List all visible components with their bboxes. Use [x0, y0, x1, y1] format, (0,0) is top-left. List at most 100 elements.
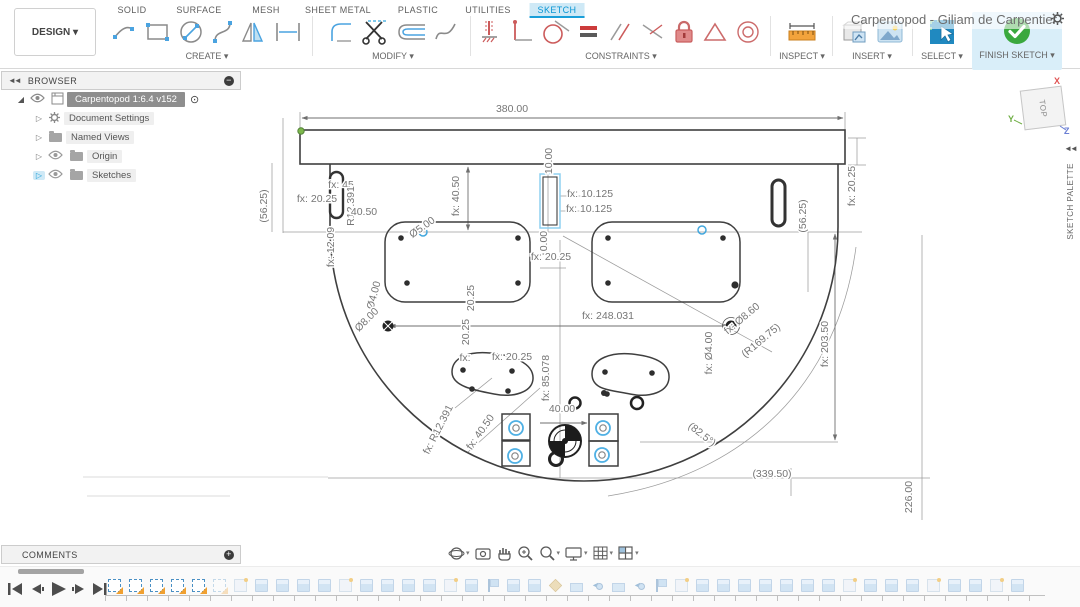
play-icon[interactable] [52, 582, 66, 596]
timeline-feature-box[interactable] [465, 579, 478, 592]
coincident-constraint-icon[interactable] [640, 20, 666, 44]
offset-tool-icon[interactable] [397, 20, 427, 44]
comments-header[interactable]: COMMENTS + [1, 545, 241, 564]
dimension-label[interactable]: (56.25) [797, 199, 809, 232]
dimension-label[interactable]: fx: 12.09 [325, 227, 337, 267]
expand-panel-icon[interactable]: ◄◄ [1060, 144, 1080, 153]
timeline-feature-box[interactable] [864, 579, 877, 592]
timeline-feature-sketch[interactable] [108, 579, 121, 592]
dimension-label[interactable]: 380.00 [496, 103, 528, 115]
timeline-feature-box[interactable] [507, 579, 520, 592]
browser-root-row[interactable]: ◢ Carpentopod 1:6.4 v152 ⊙ [1, 90, 241, 109]
origin-label[interactable]: Origin [87, 150, 122, 163]
timeline-feature-box[interactable] [906, 579, 919, 592]
insert-menu-label[interactable]: INSERT ▾ [836, 51, 908, 62]
dimension-label[interactable]: fx: 10.125 [566, 203, 612, 215]
timeline-feature-pyramid[interactable] [549, 579, 562, 592]
timeline-feature-plane[interactable] [234, 579, 247, 592]
dimension-label[interactable]: 40.50 [351, 206, 377, 218]
timeline-feature-box[interactable] [318, 579, 331, 592]
equal-constraint-icon[interactable] [578, 20, 600, 44]
viewcube[interactable]: X TOP Y Z [1008, 76, 1080, 138]
timeline-scrub-handle[interactable] [18, 569, 84, 574]
dimension-label[interactable]: fx: 20.25 [297, 193, 337, 205]
skip-to-start-icon[interactable] [12, 583, 22, 595]
display-settings[interactable]: ▾ [565, 546, 588, 561]
dimension-label[interactable]: Ø4.00 [365, 280, 384, 311]
dimension-label[interactable]: 20.25 [465, 285, 477, 311]
timeline-feature-mirror[interactable] [633, 579, 646, 592]
sketch-dimension-icon[interactable] [274, 20, 302, 44]
named-views-label[interactable]: Named Views [66, 131, 134, 144]
parallel-constraint-icon[interactable] [607, 20, 633, 44]
grid-layout[interactable]: ▾ [593, 546, 614, 561]
viewports[interactable]: ▾ [618, 546, 639, 561]
dimension-label[interactable]: (339.50) [752, 468, 791, 480]
fit-tool[interactable]: ▾ [539, 545, 561, 562]
dimension-label[interactable]: fx: 20.25 [531, 251, 571, 263]
lock-icon[interactable] [673, 19, 695, 45]
timeline-feature-flag[interactable] [486, 579, 499, 592]
select-menu-label[interactable]: SELECT ▾ [914, 51, 970, 62]
dimension-label[interactable]: fx: [459, 352, 470, 364]
dimension-label[interactable]: fx: 85.078 [540, 355, 552, 401]
zoom-tool[interactable] [517, 545, 534, 562]
browser-row-sketches[interactable]: ▷ Sketches [1, 166, 241, 185]
dimension-label[interactable]: fx: Ø8.60 [722, 300, 762, 337]
timeline-feature-plane[interactable] [675, 579, 688, 592]
dimension-label[interactable]: fx: 40.50 [464, 412, 497, 452]
dimension-label[interactable]: (R169.75) [739, 321, 782, 360]
timeline-feature-box[interactable] [297, 579, 310, 592]
spline-tool-icon[interactable] [212, 19, 234, 45]
dimension-label[interactable]: fx: Ø4.00 [703, 332, 715, 375]
fillet-tool-icon[interactable] [329, 20, 355, 44]
finish-sketch-label[interactable]: FINISH SKETCH ▾ [978, 50, 1056, 61]
dimension-label[interactable]: 40.00 [549, 403, 575, 415]
timeline-feature-box[interactable] [969, 579, 982, 592]
timeline-feature-flag[interactable] [654, 579, 667, 592]
timeline-feature-box[interactable] [360, 579, 373, 592]
timeline-feature-box[interactable] [423, 579, 436, 592]
timeline-feature-plane[interactable] [927, 579, 940, 592]
step-back-icon[interactable] [32, 584, 41, 594]
create-menu-label[interactable]: CREATE ▾ [108, 51, 306, 62]
origin-point[interactable] [298, 128, 304, 134]
dimension-label[interactable]: 226.00 [903, 481, 915, 513]
dimension-label[interactable]: Ø8.00 [353, 305, 382, 334]
activate-component-radio-icon[interactable]: ⊙ [190, 93, 199, 106]
document-settings-label[interactable]: Document Settings [64, 112, 154, 125]
timeline-feature-box[interactable] [276, 579, 289, 592]
timeline-feature-sketch-faded[interactable] [213, 579, 226, 592]
browser-row-origin[interactable]: ▷ Origin [1, 147, 241, 166]
dimension-label[interactable]: fx: 20.25 [492, 351, 532, 363]
two-point-line-icon[interactable] [112, 20, 138, 44]
settings-gear-icon[interactable] [1050, 11, 1065, 31]
timeline-feature-box[interactable] [1011, 579, 1024, 592]
timeline-feature-halfbox[interactable] [612, 583, 625, 592]
timeline-feature-box[interactable] [780, 579, 793, 592]
timeline-feature-halfbox[interactable] [570, 583, 583, 592]
inspect-menu-label[interactable]: INSPECT ▾ [774, 51, 830, 62]
browser-row-named-views[interactable]: ▷ Named Views [1, 128, 241, 147]
collapse-panel-icon[interactable]: ◄◄ [8, 76, 20, 85]
timeline-feature-box[interactable] [696, 579, 709, 592]
dimension-label[interactable]: fx: 40.50 [450, 176, 462, 216]
design-workspace-dropdown[interactable]: DESIGN ▾ [14, 8, 96, 56]
timeline-feature-sketch[interactable] [171, 579, 184, 592]
timeline-feature-box[interactable] [717, 579, 730, 592]
modify-spline-icon[interactable] [434, 19, 458, 45]
timeline-feature-box[interactable] [801, 579, 814, 592]
selected-geometry[interactable] [419, 174, 706, 463]
modify-menu-label[interactable]: MODIFY ▾ [320, 51, 466, 62]
expand-triangle-icon[interactable]: ◢ [15, 95, 27, 104]
dimension-label[interactable]: fx: 248.031 [582, 310, 634, 322]
bearing-knob[interactable] [549, 425, 581, 457]
perpendicular-constraint-icon[interactable] [510, 19, 534, 45]
pan-tool[interactable] [497, 545, 512, 561]
timeline-feature-box[interactable] [381, 579, 394, 592]
tangent-constraint-icon[interactable] [541, 19, 571, 45]
dimension-label[interactable]: 10.00 [543, 148, 555, 174]
timeline-feature-plane[interactable] [990, 579, 1003, 592]
dimension-label[interactable]: fx: 203.50 [819, 321, 831, 367]
dimension-label[interactable]: (82.5°) [686, 420, 718, 449]
